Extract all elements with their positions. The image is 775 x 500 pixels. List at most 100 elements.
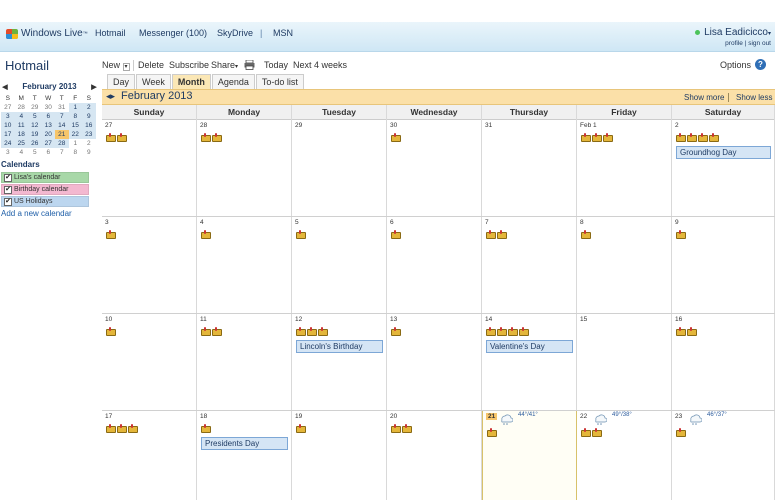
day-number[interactable]: 8 xyxy=(580,219,584,226)
birthday-cake-icon[interactable] xyxy=(675,428,686,437)
new-button[interactable]: New ▾ xyxy=(102,60,130,71)
user-menu[interactable]: Lisa Eadicicco▾ profile | sign out xyxy=(695,27,771,47)
mini-day[interactable]: 21 xyxy=(55,130,69,139)
day-cell[interactable]: 29 xyxy=(292,120,387,216)
day-number[interactable]: 13 xyxy=(390,316,397,323)
birthday-cake-icon[interactable] xyxy=(580,428,591,437)
mini-day[interactable]: 31 xyxy=(55,103,69,112)
sign-out-link[interactable]: sign out xyxy=(748,40,771,47)
day-cell[interactable]: 21 44°/41° xyxy=(482,411,577,500)
birthday-cake-icon[interactable] xyxy=(686,327,697,336)
mini-day[interactable]: 10 xyxy=(1,121,15,130)
birthday-cake-icon[interactable] xyxy=(295,424,306,433)
day-cell[interactable]: 11 xyxy=(197,314,292,410)
birthday-cake-icon[interactable] xyxy=(507,327,518,336)
day-cell[interactable]: 3 xyxy=(102,217,197,313)
nav-messenger[interactable]: Messenger (100) xyxy=(139,28,207,38)
birthday-cake-icon[interactable] xyxy=(518,327,529,336)
day-cell[interactable]: 7 xyxy=(482,217,577,313)
birthday-cake-icon[interactable] xyxy=(697,133,708,142)
birthday-cake-icon[interactable] xyxy=(602,133,613,142)
day-number[interactable]: 12 xyxy=(295,316,302,323)
day-cell[interactable]: 30 xyxy=(387,120,482,216)
day-number[interactable]: 29 xyxy=(295,122,302,129)
day-number[interactable]: Feb 1 xyxy=(580,122,597,129)
birthday-cake-icon[interactable] xyxy=(675,133,686,142)
birthday-cake-icon[interactable] xyxy=(390,424,401,433)
birthday-cake-icon[interactable] xyxy=(486,428,497,437)
day-cell[interactable]: 2 Groundhog Day xyxy=(672,120,775,216)
birthday-cake-icon[interactable] xyxy=(580,133,591,142)
day-cell[interactable]: 8 xyxy=(577,217,672,313)
mini-day[interactable]: 9 xyxy=(82,112,96,121)
day-number[interactable]: 27 xyxy=(105,122,112,129)
today-button[interactable]: Today xyxy=(264,60,288,70)
day-number[interactable]: 5 xyxy=(295,219,299,226)
mini-day[interactable]: 30 xyxy=(41,103,55,112)
nav-hotmail[interactable]: Hotmail xyxy=(95,28,126,38)
birthday-cake-icon[interactable] xyxy=(686,133,697,142)
birthday-cake-icon[interactable] xyxy=(105,133,116,142)
day-number[interactable]: 14 xyxy=(485,316,492,323)
mini-day[interactable]: 9 xyxy=(82,148,96,157)
day-cell[interactable]: 15 xyxy=(577,314,672,410)
mini-day[interactable]: 18 xyxy=(14,130,28,139)
birthday-cake-icon[interactable] xyxy=(116,133,127,142)
day-number[interactable]: 31 xyxy=(485,122,492,129)
day-number[interactable]: 18 xyxy=(200,413,207,420)
mini-day[interactable]: 7 xyxy=(55,148,69,157)
birthday-cake-icon[interactable] xyxy=(317,327,328,336)
tab-todo-list[interactable]: To-do list xyxy=(255,74,304,89)
birthday-cake-icon[interactable] xyxy=(211,133,222,142)
day-number[interactable]: 2 xyxy=(675,122,679,129)
birthday-cake-icon[interactable] xyxy=(211,327,222,336)
day-number[interactable]: 20 xyxy=(390,413,397,420)
day-cell[interactable]: 19 xyxy=(292,411,387,500)
mini-day[interactable]: 2 xyxy=(82,139,96,148)
mini-day[interactable]: 23 xyxy=(82,130,96,139)
mini-day[interactable]: 28 xyxy=(14,103,28,112)
birthday-cake-icon[interactable] xyxy=(105,327,116,336)
calendar-item[interactable]: ✔ US Holidays xyxy=(1,196,89,207)
birthday-cake-icon[interactable] xyxy=(401,424,412,433)
birthday-cake-icon[interactable] xyxy=(390,327,401,336)
mini-day[interactable]: 6 xyxy=(41,148,55,157)
birthday-cake-icon[interactable] xyxy=(708,133,719,142)
birthday-cake-icon[interactable] xyxy=(200,424,211,433)
calendar-checkbox[interactable]: ✔ xyxy=(4,197,12,206)
mini-day[interactable]: 8 xyxy=(68,148,82,157)
delete-button[interactable]: Delete xyxy=(138,60,164,70)
options-button[interactable]: Options xyxy=(720,60,751,70)
day-cell[interactable]: 18 Presidents Day xyxy=(197,411,292,500)
mini-day[interactable]: 24 xyxy=(1,139,15,148)
day-number[interactable]: 10 xyxy=(105,316,112,323)
day-number[interactable]: 22 xyxy=(580,413,587,420)
user-name[interactable]: Lisa Eadicicco xyxy=(704,27,768,38)
show-more-link[interactable]: Show more xyxy=(684,93,724,102)
day-number[interactable]: 28 xyxy=(200,122,207,129)
birthday-cake-icon[interactable] xyxy=(295,327,306,336)
mini-day[interactable]: 3 xyxy=(1,148,15,157)
mini-day[interactable]: 19 xyxy=(28,130,42,139)
calendar-item[interactable]: ✔ Birthday calendar xyxy=(1,184,89,195)
day-number[interactable]: 21 xyxy=(486,413,498,420)
birthday-cake-icon[interactable] xyxy=(200,133,211,142)
mini-day[interactable]: 25 xyxy=(14,139,28,148)
mini-day[interactable]: 13 xyxy=(41,121,55,130)
day-cell[interactable]: 5 xyxy=(292,217,387,313)
birthday-cake-icon[interactable] xyxy=(496,327,507,336)
mini-day[interactable]: 12 xyxy=(28,121,42,130)
mini-day[interactable]: 26 xyxy=(28,139,42,148)
day-cell[interactable]: 22 49°/38° xyxy=(577,411,672,500)
day-cell[interactable]: 27 xyxy=(102,120,197,216)
print-icon[interactable] xyxy=(244,59,255,72)
day-number[interactable]: 16 xyxy=(675,316,682,323)
birthday-cake-icon[interactable] xyxy=(675,327,686,336)
calendar-checkbox[interactable]: ✔ xyxy=(4,173,12,182)
mini-day[interactable]: 16 xyxy=(82,121,96,130)
day-cell[interactable]: 16 xyxy=(672,314,775,410)
birthday-cake-icon[interactable] xyxy=(116,424,127,433)
birthday-cake-icon[interactable] xyxy=(390,133,401,142)
day-number[interactable]: 17 xyxy=(105,413,112,420)
day-number[interactable]: 6 xyxy=(390,219,394,226)
